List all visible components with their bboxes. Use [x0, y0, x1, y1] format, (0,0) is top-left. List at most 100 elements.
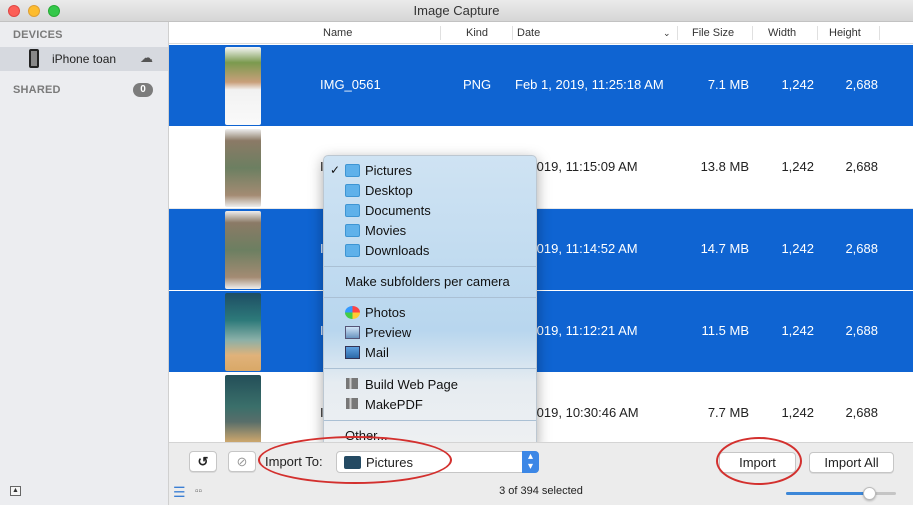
- sidebar: DEVICES iPhone toan ☁ SHARED 0 ▲: [0, 22, 169, 505]
- file-size: 7.1 MB: [707, 77, 749, 92]
- menu-item-label: Desktop: [365, 183, 413, 198]
- shared-header: SHARED: [13, 84, 61, 96]
- menu-separator: [324, 266, 536, 267]
- image-height: 2,688: [845, 323, 878, 338]
- menu-item-preview[interactable]: Preview: [324, 323, 536, 343]
- file-size: 7.7 MB: [707, 405, 749, 420]
- devices-header: DEVICES: [13, 29, 63, 41]
- automator-icon: [346, 378, 358, 389]
- column-header: Name Kind Date ⌄ File Size Width Height: [169, 22, 913, 44]
- table-row[interactable]: I 1, 2019, 11:12:21 AM 11.5 MB 1,242 2,688: [169, 291, 913, 373]
- thumbnail-image: [225, 293, 261, 371]
- menu-item-label: Photos: [365, 305, 406, 320]
- minimize-button[interactable]: [28, 5, 40, 17]
- menu-item-mail[interactable]: Mail: [324, 343, 536, 363]
- no-entry-icon: ⊘: [236, 454, 248, 469]
- menu-item-label: Make subfolders per camera: [345, 274, 510, 289]
- movies-folder-icon: [345, 224, 360, 237]
- image-width: 1,242: [781, 77, 814, 92]
- import-to-label: Import To:: [265, 454, 323, 469]
- column-kind[interactable]: Kind: [466, 22, 488, 44]
- sort-chevron-icon: ⌄: [663, 28, 671, 38]
- slider-knob[interactable]: [862, 487, 876, 500]
- thumbnail-size-slider[interactable]: [786, 487, 896, 500]
- rotate-icon: ↺: [197, 454, 209, 469]
- destination-value: Pictures: [366, 455, 413, 470]
- image-height: 2,688: [845, 77, 878, 92]
- menu-item-label: Pictures: [365, 163, 412, 178]
- table-row[interactable]: IMG_0561 PNG Feb 1, 2019, 11:25:18 AM 7.1 M…: [169, 45, 913, 127]
- menu-item-photos[interactable]: Photos: [324, 303, 536, 323]
- thumbnail-image: [225, 375, 261, 442]
- file-size: 13.8 MB: [700, 159, 749, 174]
- menu-item-label: MakePDF: [365, 397, 423, 412]
- cloud-icon: ☁: [140, 50, 153, 65]
- table-row[interactable]: I 1, 2019, 11:15:09 AM 13.8 MB 1,242 2,688: [169, 127, 913, 209]
- selection-status: 3 of 394 selected: [499, 485, 583, 497]
- select-stepper-icon: ▴ ▾: [522, 451, 539, 473]
- column-height[interactable]: Height: [829, 22, 861, 44]
- menu-separator: [324, 420, 536, 421]
- close-button[interactable]: [8, 5, 20, 17]
- import-destination-select[interactable]: Pictures ▴ ▾: [336, 451, 539, 473]
- column-width[interactable]: Width: [768, 22, 796, 44]
- menu-item-label: Documents: [365, 203, 431, 218]
- downloads-folder-icon: [345, 244, 360, 257]
- menu-item-downloads[interactable]: Downloads: [324, 241, 536, 261]
- menu-item-label: Build Web Page: [365, 377, 458, 392]
- photos-app-icon: [345, 306, 360, 319]
- menu-item-label: Downloads: [365, 243, 430, 258]
- show-sidebar-panel-icon[interactable]: ▲: [10, 486, 21, 496]
- column-date[interactable]: Date: [517, 22, 540, 44]
- rotate-button[interactable]: ↺: [189, 451, 217, 472]
- file-size: 14.7 MB: [700, 241, 749, 256]
- image-height: 2,688: [845, 241, 878, 256]
- thumbnail-image: [225, 47, 261, 125]
- delete-button[interactable]: ⊘: [228, 451, 256, 472]
- table-row[interactable]: I 1, 2019, 11:14:52 AM 14.7 MB 1,242 2,688: [169, 209, 913, 291]
- thumbnail-image: [225, 211, 261, 289]
- menu-item-subfolders[interactable]: Make subfolders per camera: [324, 272, 536, 292]
- device-name: iPhone toan: [52, 52, 117, 66]
- mail-app-icon: [345, 346, 360, 359]
- menu-item-label: Mail: [365, 345, 389, 360]
- menu-item-automator[interactable]: Build Web Page: [324, 375, 536, 395]
- image-width: 1,242: [781, 405, 814, 420]
- column-name[interactable]: Name: [323, 22, 352, 44]
- desktop-folder-icon: [345, 184, 360, 197]
- zoom-button[interactable]: [48, 5, 60, 17]
- file-list: Name Kind Date ⌄ File Size Width Height …: [169, 22, 913, 442]
- image-height: 2,688: [845, 405, 878, 420]
- file-size: 11.5 MB: [701, 323, 749, 338]
- menu-item-desktop[interactable]: Desktop: [324, 181, 536, 201]
- menu-separator: [324, 297, 536, 298]
- title-bar: Image Capture: [0, 0, 913, 22]
- import-button[interactable]: Import: [719, 452, 796, 473]
- window-title: Image Capture: [413, 3, 500, 18]
- menu-item-documents[interactable]: Documents: [324, 201, 536, 221]
- menu-item-pictures[interactable]: ✓ Pictures: [324, 161, 536, 181]
- file-name: IMG_0561: [320, 77, 381, 92]
- automator-icon: [346, 398, 358, 409]
- image-height: 2,688: [845, 159, 878, 174]
- column-file-size[interactable]: File Size: [692, 22, 734, 44]
- import-destination-menu: ✓ Pictures Desktop Documents Movies Down…: [323, 155, 537, 448]
- menu-item-label: Other...: [345, 428, 388, 443]
- menu-item-label: Preview: [365, 325, 412, 340]
- image-width: 1,242: [781, 241, 814, 256]
- bottom-toolbar: ↺ ⊘ Import To: Pictures ▴ ▾ Import Import…: [169, 442, 913, 505]
- sidebar-item-device[interactable]: iPhone toan ☁: [0, 47, 168, 71]
- menu-item-automator[interactable]: MakePDF: [324, 395, 536, 415]
- table-row[interactable]: I 1, 2019, 10:30:46 AM 7.7 MB 1,242 2,688: [169, 373, 913, 442]
- checkmark-icon: ✓: [330, 163, 341, 177]
- import-all-button[interactable]: Import All: [809, 452, 894, 473]
- file-date: Feb 1, 2019, 11:25:18 AM: [515, 77, 664, 92]
- documents-folder-icon: [345, 204, 360, 217]
- preview-app-icon: [345, 326, 360, 339]
- pictures-folder-icon: [345, 164, 360, 177]
- file-kind: PNG: [463, 77, 492, 92]
- iphone-icon: [29, 49, 39, 68]
- menu-item-movies[interactable]: Movies: [324, 221, 536, 241]
- slider-fill: [786, 492, 869, 495]
- menu-item-label: Movies: [365, 223, 407, 238]
